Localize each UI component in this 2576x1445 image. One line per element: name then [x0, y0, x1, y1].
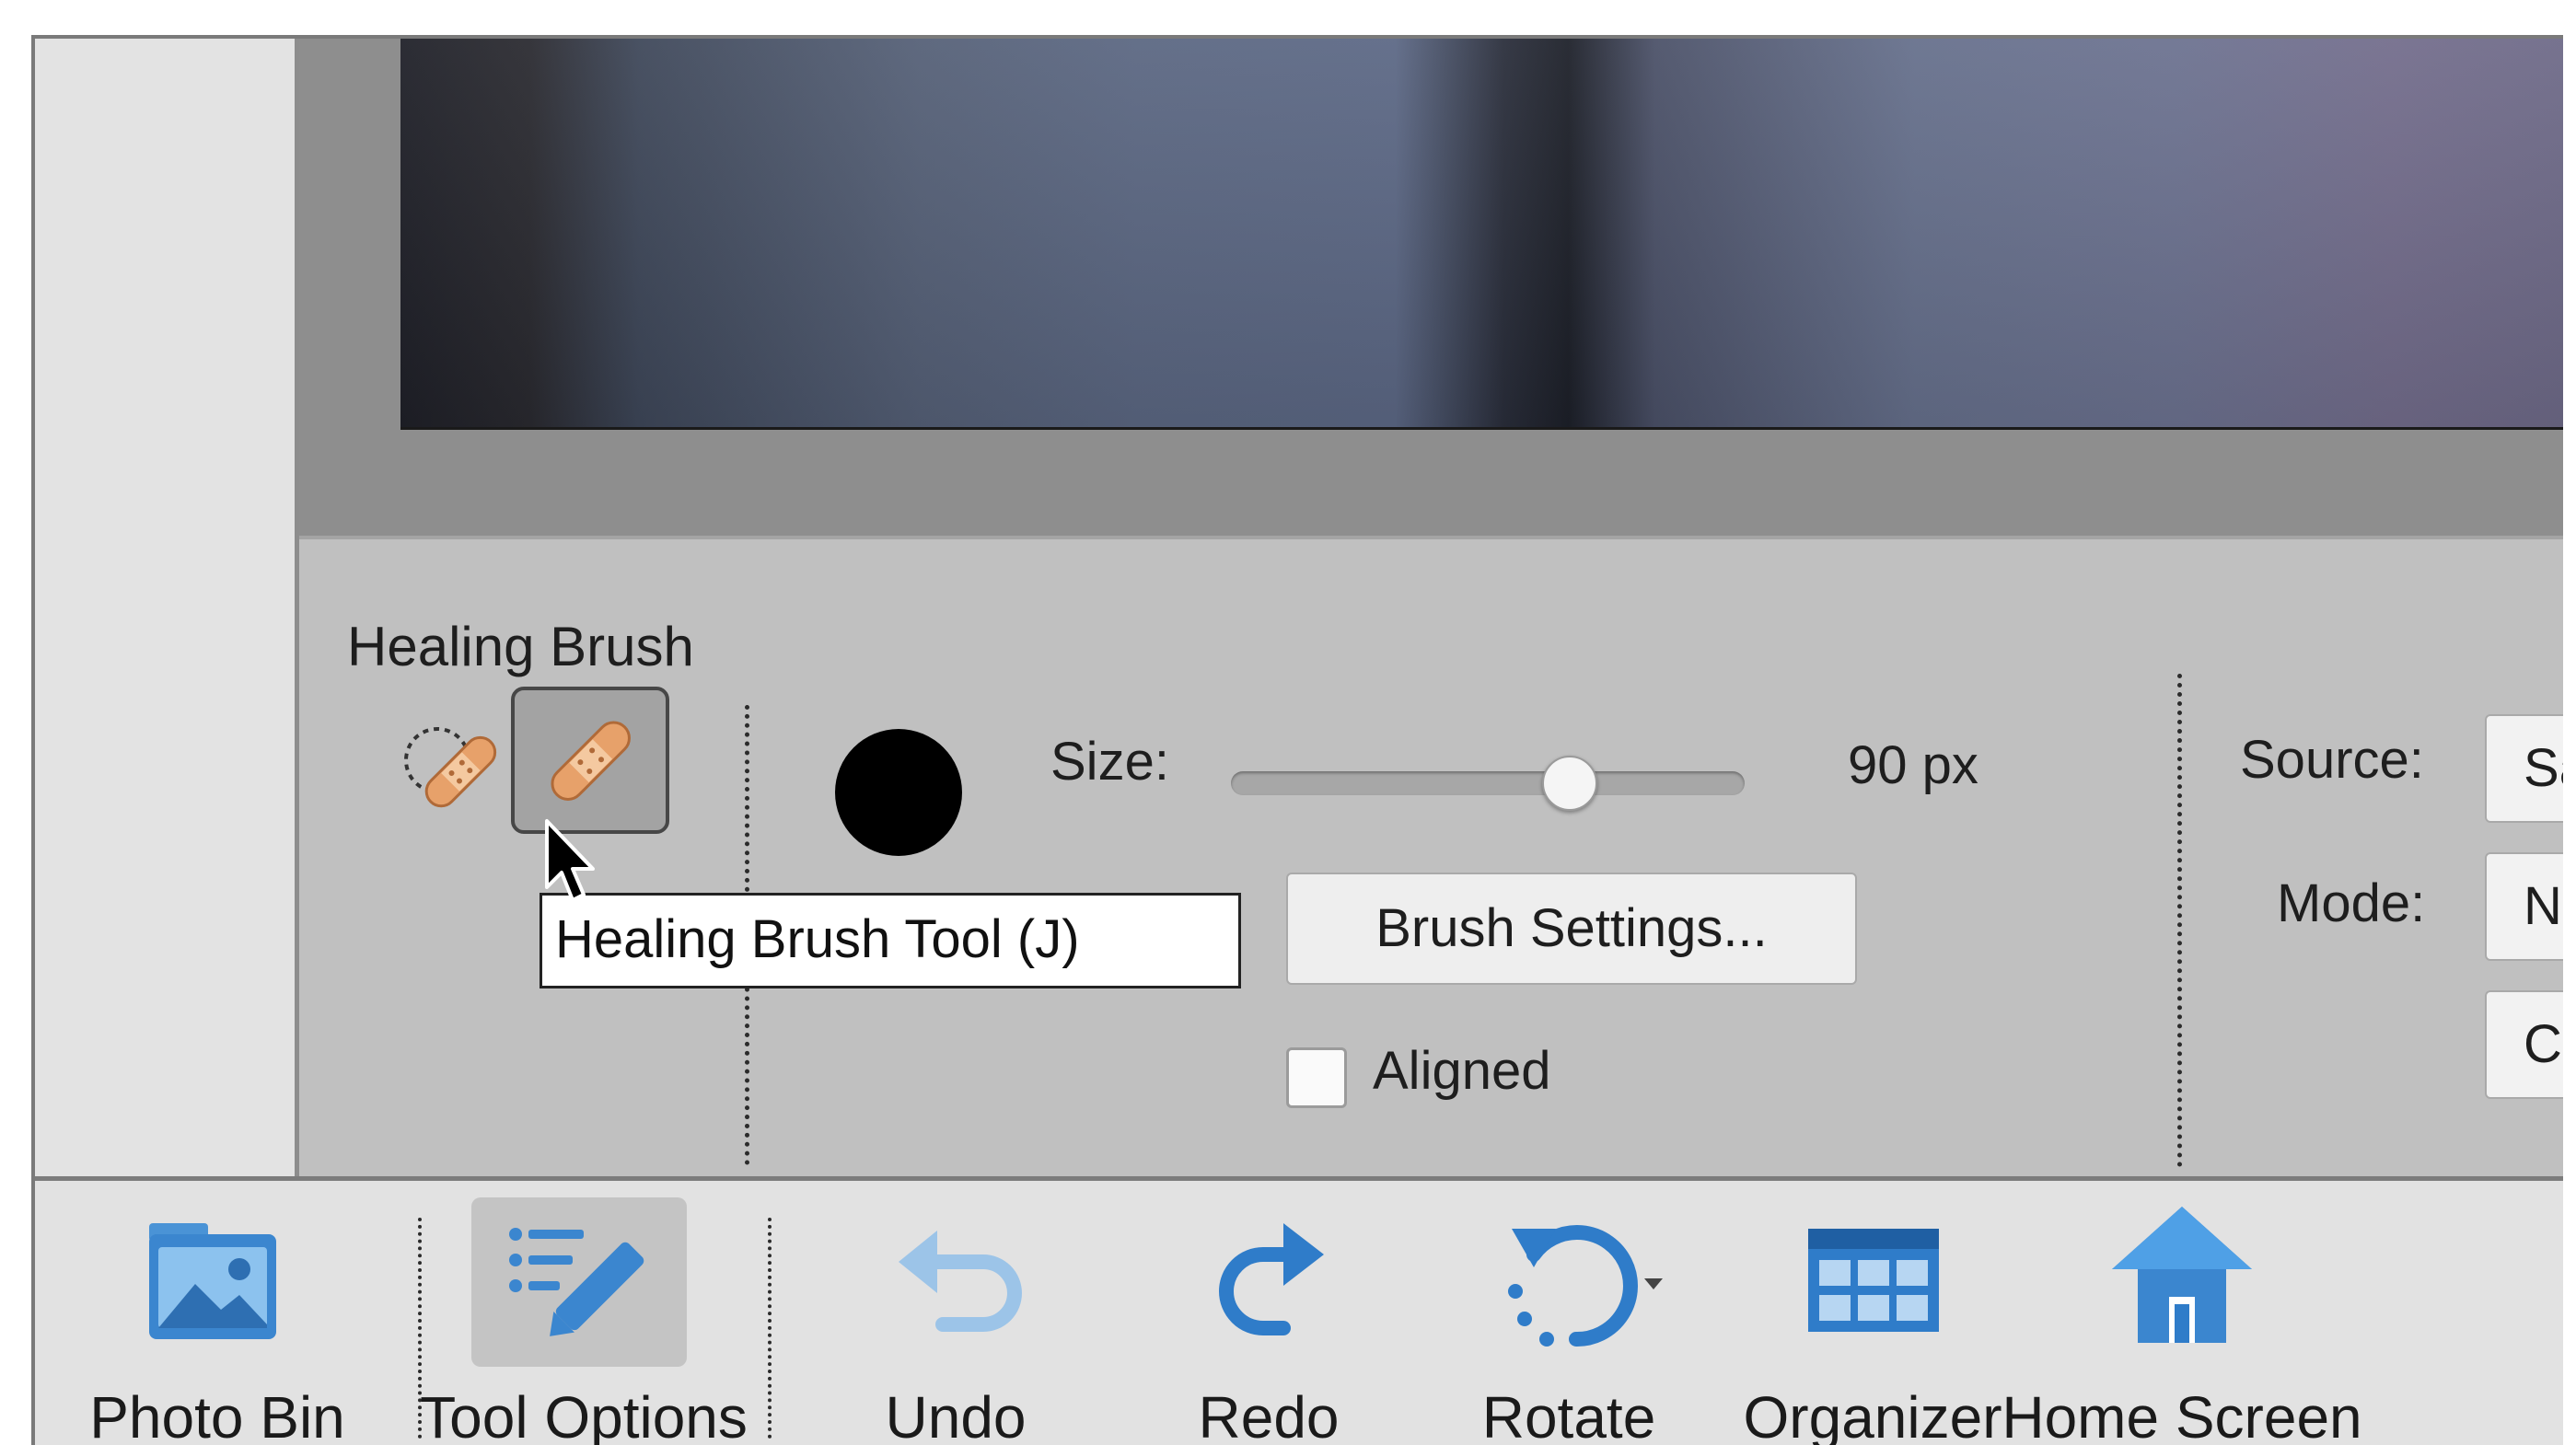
healing-brush-button[interactable]	[511, 687, 669, 834]
organizer-label: Organizer	[1743, 1384, 2002, 1445]
tool-options-title: Healing Brush	[347, 616, 694, 677]
tool-options-label: Tool Options	[420, 1384, 748, 1445]
redo-button[interactable]: Redo	[1131, 1181, 1407, 1445]
tool-options-button[interactable]	[471, 1197, 687, 1367]
photo-bin-label: Photo Bin	[89, 1384, 345, 1445]
size-slider[interactable]	[1231, 756, 1745, 811]
home-screen-button[interactable]: Home Screen	[2002, 1181, 2362, 1445]
taskbar: Photo Bin Tool Options Undo Redo Rotate …	[35, 1176, 2563, 1445]
taskbar-divider	[768, 1218, 772, 1439]
brush-preview[interactable]	[835, 729, 962, 856]
editor-window: Healing Brush Size: 90 px Brush Settings…	[31, 35, 2563, 1445]
healing-brush-icon	[551, 721, 631, 801]
tool-options-icon	[509, 1228, 644, 1336]
mode-select[interactable]: No	[2485, 852, 2563, 961]
tool-options-panel: Healing Brush Size: 90 px Brush Settings…	[299, 539, 2563, 1176]
canvas-area[interactable]	[299, 39, 2563, 539]
photo-bin-button[interactable]: Photo Bin	[35, 1181, 385, 1445]
brush-settings-button[interactable]: Brush Settings...	[1286, 873, 1857, 985]
undo-button[interactable]: Undo	[818, 1181, 1094, 1445]
left-toolbox-panel	[35, 39, 299, 1176]
tooltip: Healing Brush Tool (J)	[540, 893, 1241, 988]
rotate-button[interactable]: Rotate	[1434, 1181, 1711, 1445]
home-icon	[2112, 1207, 2252, 1343]
organizer-icon	[1808, 1229, 1939, 1332]
mouse-cursor-icon	[545, 819, 595, 902]
redo-icon	[1219, 1223, 1324, 1335]
spot-healing-brush-button[interactable]	[395, 703, 524, 832]
aligned-label: Aligned	[1373, 1041, 1551, 1101]
organizer-button[interactable]: Organizer	[1738, 1181, 2005, 1445]
aligned-checkbox[interactable]	[1286, 1047, 1347, 1108]
home-screen-label: Home Screen	[2002, 1384, 2362, 1445]
source-label: Source:	[2240, 730, 2424, 790]
options-divider	[2177, 674, 2182, 1167]
rotate-icon	[1508, 1225, 1663, 1347]
mode-label: Mode:	[2277, 873, 2426, 933]
undo-icon	[899, 1231, 1022, 1332]
spot-healing-brush-icon	[404, 727, 497, 808]
undo-label: Undo	[885, 1384, 1027, 1445]
photo-canvas[interactable]	[400, 39, 2563, 430]
source-sampled-button[interactable]: Sa	[2485, 714, 2563, 823]
size-slider-thumb[interactable]	[1542, 756, 1598, 811]
redo-label: Redo	[1198, 1384, 1340, 1445]
options-extra-button[interactable]: C	[2485, 990, 2563, 1099]
size-label: Size:	[1050, 732, 1169, 792]
rotate-label: Rotate	[1481, 1384, 1656, 1445]
photo-bin-icon	[149, 1223, 276, 1339]
size-value: 90 px	[1848, 735, 1978, 795]
